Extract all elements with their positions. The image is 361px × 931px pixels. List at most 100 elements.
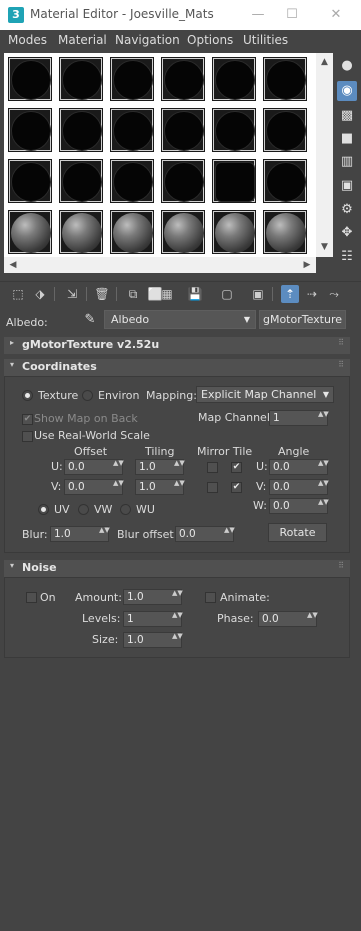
material-slot[interactable] <box>108 208 156 256</box>
material-slot[interactable] <box>261 157 309 205</box>
material-slot[interactable] <box>6 55 54 103</box>
material-slot[interactable] <box>6 208 54 256</box>
material-slot[interactable] <box>210 208 258 256</box>
make-unique-icon[interactable]: ⧉ <box>124 285 142 303</box>
material-options-icon[interactable]: ⚙ <box>337 200 357 220</box>
material-navigator-icon[interactable]: ☷ <box>337 247 357 267</box>
sample-sphere <box>215 162 255 202</box>
material-slot[interactable] <box>261 106 309 154</box>
u-tile-checkbox[interactable]: ✔ <box>231 462 242 473</box>
scroll-left-icon[interactable]: ◀ <box>5 257 21 273</box>
material-slot[interactable] <box>57 55 105 103</box>
amount-spinner[interactable]: 1.0 ▲▼ <box>123 589 183 605</box>
material-slot[interactable] <box>159 157 207 205</box>
scroll-up-icon[interactable]: ▲ <box>316 54 333 71</box>
texture-radio[interactable] <box>22 390 33 401</box>
w-angle-spinner[interactable]: 0.0 ▲▼ <box>269 498 329 514</box>
material-slot[interactable] <box>159 55 207 103</box>
reset-map-icon[interactable]: 🗑 <box>93 285 111 303</box>
animate-checkbox[interactable] <box>205 592 216 603</box>
v-tile-checkbox[interactable]: ✔ <box>231 482 242 493</box>
u-offset-spinner[interactable]: 0.0 ▲▼ <box>64 459 124 475</box>
blur-spinner[interactable]: 1.0 ▲▼ <box>50 526 110 542</box>
size-spinner[interactable]: 1.0 ▲▼ <box>123 632 183 648</box>
minimize-button[interactable]: — <box>248 5 268 25</box>
material-slot[interactable] <box>108 55 156 103</box>
material-name-dropdown[interactable]: Albedo ▼ <box>104 310 256 329</box>
pick-material-icon[interactable]: ⤳ <box>325 285 343 303</box>
material-type-button[interactable]: gMotorTexture <box>259 310 346 329</box>
make-preview-icon[interactable]: ▣ <box>337 176 357 196</box>
sample-uv-tiling-icon[interactable]: ■ <box>337 129 357 149</box>
video-color-check-icon[interactable]: ▥ <box>337 152 357 172</box>
material-slot[interactable] <box>6 106 54 154</box>
v-mirror-checkbox[interactable] <box>207 482 218 493</box>
material-slot[interactable] <box>210 55 258 103</box>
v-angle-spinner[interactable]: 0.0 ▲▼ <box>269 479 329 495</box>
wu-radio[interactable] <box>120 504 131 515</box>
noise-on-checkbox[interactable] <box>26 592 37 603</box>
material-slot[interactable] <box>6 157 54 205</box>
material-slot[interactable] <box>108 157 156 205</box>
blur-offset-spinner[interactable]: 0.0 ▲▼ <box>175 526 235 542</box>
save-icon[interactable]: 💾 <box>186 285 204 303</box>
menu-modes[interactable]: Modes <box>8 33 47 47</box>
use-real-world-scale-checkbox[interactable] <box>22 431 33 442</box>
sample-sphere <box>164 213 204 253</box>
menu-utilities[interactable]: Utilities <box>243 33 288 47</box>
slots-horizontal-scrollbar[interactable]: ◀ ▶ <box>4 257 316 273</box>
app-icon: 3 <box>8 7 24 23</box>
get-material-icon[interactable]: ⬚ <box>9 285 27 303</box>
material-slot[interactable] <box>57 106 105 154</box>
material-slot[interactable] <box>57 157 105 205</box>
rollout-coordinates[interactable]: ▾ Coordinates ⠿ <box>4 359 350 376</box>
u-tiling-spinner[interactable]: 1.0 ▲▼ <box>135 459 185 475</box>
background-icon[interactable]: ▩ <box>337 106 357 126</box>
mapping-dropdown[interactable]: Explicit Map Channel ▼ <box>196 386 334 403</box>
menu-material[interactable]: Material <box>58 33 107 47</box>
menu-options[interactable]: Options <box>187 33 233 47</box>
v-tiling-spinner[interactable]: 1.0 ▲▼ <box>135 479 185 495</box>
environ-radio[interactable] <box>82 390 93 401</box>
backlight-icon[interactable]: ◉ <box>337 81 357 101</box>
maximize-button[interactable]: ☐ <box>282 5 302 25</box>
select-by-material-icon[interactable]: ✥ <box>337 223 357 243</box>
show-end-result-icon[interactable]: ▣ <box>249 285 267 303</box>
scroll-down-icon[interactable]: ▼ <box>316 239 333 256</box>
material-slot[interactable] <box>261 55 309 103</box>
vw-radio[interactable] <box>78 504 89 515</box>
material-slot[interactable] <box>159 106 207 154</box>
close-button[interactable]: ✕ <box>326 5 346 25</box>
material-slot[interactable] <box>261 208 309 256</box>
show-map-in-viewport-icon[interactable]: ▢ <box>218 285 236 303</box>
menu-navigation[interactable]: Navigation <box>115 33 180 47</box>
go-forward-to-sibling-icon[interactable]: ⇢ <box>303 285 321 303</box>
show-map-on-back-checkbox[interactable]: ✔ <box>22 414 33 425</box>
sample-sphere <box>215 111 255 151</box>
go-to-parent-icon[interactable]: ⇡ <box>281 285 299 303</box>
u-angle-spinner[interactable]: 0.0 ▲▼ <box>269 459 329 475</box>
put-to-scene-icon[interactable]: ⬗ <box>31 285 49 303</box>
material-slot[interactable] <box>108 106 156 154</box>
sample-slots <box>4 53 333 257</box>
rollout-noise[interactable]: ▾ Noise ⠿ <box>4 560 350 577</box>
mapping-label: Mapping: <box>146 389 197 402</box>
material-slot[interactable] <box>210 106 258 154</box>
sample-type-icon[interactable]: ● <box>337 56 357 76</box>
assign-to-selection-icon[interactable]: ⇲ <box>63 285 81 303</box>
slots-vertical-scrollbar[interactable]: ▲ ▼ <box>316 53 333 257</box>
material-slot[interactable] <box>210 157 258 205</box>
material-id-channel-icon[interactable]: ▦ <box>158 285 176 303</box>
material-slot[interactable] <box>57 208 105 256</box>
phase-spinner[interactable]: 0.0 ▲▼ <box>258 611 318 627</box>
material-slot[interactable] <box>159 208 207 256</box>
rollout-gmotortexture[interactable]: ▸ gMotorTexture v2.52u ⠿ <box>4 337 350 354</box>
eyedropper-icon[interactable]: ✎ <box>82 312 98 328</box>
uv-radio[interactable] <box>38 504 49 515</box>
v-offset-spinner[interactable]: 0.0 ▲▼ <box>64 479 124 495</box>
rotate-button[interactable]: Rotate <box>268 523 327 542</box>
u-mirror-checkbox[interactable] <box>207 462 218 473</box>
levels-spinner[interactable]: 1 ▲▼ <box>123 611 183 627</box>
map-channel-spinner[interactable]: 1 ▲▼ <box>269 410 329 426</box>
scroll-right-icon[interactable]: ▶ <box>299 257 315 273</box>
